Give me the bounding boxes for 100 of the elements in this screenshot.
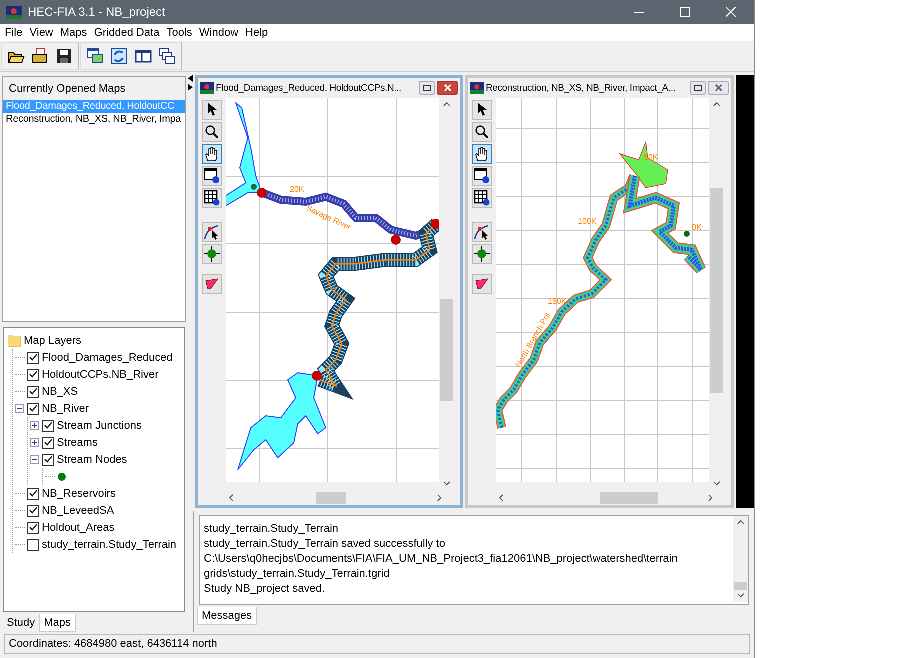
scroll-up-icon[interactable] — [736, 520, 744, 525]
layer-checkbox[interactable] — [27, 402, 39, 414]
window-info-icon — [474, 168, 490, 184]
scroll-right-icon[interactable] — [708, 494, 713, 502]
layer-checkbox[interactable] — [27, 504, 39, 516]
pointer-icon — [477, 103, 487, 117]
menu-item[interactable]: View — [26, 26, 58, 38]
scroll-right-icon[interactable] — [437, 494, 442, 502]
menu-item[interactable]: Tools — [164, 26, 196, 38]
map-window-title: Flood_Damages_Reduced, HoldoutCCPs.N... — [216, 82, 402, 94]
window-add-button[interactable] — [85, 46, 105, 66]
scroll-left-icon[interactable] — [499, 494, 504, 502]
scrollbar-thumb[interactable] — [600, 492, 658, 504]
cascade-window-button[interactable] — [157, 46, 177, 66]
layer-label[interactable]: Streams — [57, 436, 98, 448]
hand-icon — [205, 146, 219, 162]
map-tool-button[interactable] — [202, 166, 222, 186]
restore-button[interactable] — [419, 81, 435, 95]
map-tool-button[interactable] — [202, 144, 222, 164]
map-tool-button[interactable] — [472, 188, 492, 208]
map-tool-button[interactable] — [202, 100, 222, 120]
map-tool-button[interactable] — [472, 244, 492, 264]
layer-label[interactable]: NB_Reservoirs — [42, 488, 116, 500]
layer-checkbox[interactable] — [27, 368, 39, 380]
layer-label[interactable]: HoldoutCCPs.NB_River — [42, 368, 159, 380]
save-button[interactable] — [54, 46, 74, 66]
layer-label[interactable]: NB_River — [42, 402, 90, 414]
map-list-item[interactable]: Reconstruction, NB_XS, NB_River, Impa — [3, 113, 185, 126]
layer-label[interactable]: study_terrain.Study_Terrain — [42, 538, 177, 550]
panel-tab[interactable]: Maps — [39, 614, 76, 632]
window-title: HEC-FIA 3.1 - NB_project — [28, 5, 166, 19]
tree-root-label[interactable]: Map Layers — [24, 334, 82, 346]
menu-item[interactable]: Maps — [57, 26, 92, 38]
map-tool-button[interactable] — [202, 222, 222, 242]
message-line: C:\Users\q0hecjbs\Documents\FIA\FIA_UM_NB_Project3_fia12061\NB_project\watershed\terrain — [204, 552, 679, 567]
layer-label[interactable]: NB_LeveedSA — [42, 504, 114, 516]
layer-checkbox[interactable] — [42, 420, 54, 432]
map-label: 0K — [692, 223, 702, 232]
layer-label[interactable]: NB_XS — [42, 386, 78, 398]
menu-item[interactable]: Gridded Data — [91, 26, 164, 38]
window-add-icon — [86, 48, 104, 64]
refresh-window-icon — [110, 48, 128, 64]
layer-label[interactable]: Stream Junctions — [57, 420, 142, 432]
scrollbar-thumb[interactable] — [734, 582, 747, 590]
map-window-title: Reconstruction, NB_XS, NB_River, Impact_A... — [486, 82, 677, 94]
map-tool-button[interactable] — [472, 144, 492, 164]
plus-icon — [32, 440, 37, 445]
scrollbar-thumb[interactable] — [316, 492, 346, 504]
scrollbar-thumb[interactable] — [710, 188, 723, 392]
scroll-down-icon[interactable] — [712, 481, 720, 486]
menu-item[interactable]: File — [2, 26, 27, 38]
expand-toggle[interactable] — [30, 421, 39, 430]
panel-tab[interactable]: Messages — [197, 607, 258, 625]
search-icon — [475, 125, 489, 139]
map-tool-button[interactable] — [202, 122, 222, 142]
map-tool-button[interactable] — [472, 122, 492, 142]
map-tool-button[interactable] — [472, 222, 492, 242]
grid-info-icon — [204, 190, 220, 206]
layer-checkbox[interactable] — [27, 538, 39, 550]
scroll-left-icon[interactable] — [229, 494, 234, 502]
refresh-window-button[interactable] — [109, 46, 129, 66]
expand-toggle[interactable] — [30, 438, 39, 447]
layer-checkbox[interactable] — [27, 488, 39, 500]
menu-item[interactable]: Window — [196, 26, 243, 38]
layer-checkbox[interactable] — [27, 522, 39, 534]
scroll-down-icon[interactable] — [442, 481, 450, 486]
map-tool-button[interactable] — [202, 274, 222, 294]
vertical-scrollbar[interactable] — [733, 516, 748, 602]
scrollbar-thumb[interactable] — [440, 299, 453, 401]
close-icon — [726, 7, 736, 17]
menu-item[interactable]: Help — [242, 26, 272, 38]
node-pointer-icon — [204, 224, 220, 240]
map-label: 20K — [290, 185, 304, 194]
scroll-up-icon[interactable] — [442, 102, 450, 107]
map-tool-button[interactable] — [202, 188, 222, 208]
layer-checkbox[interactable] — [27, 386, 39, 398]
close-button[interactable] — [708, 81, 729, 95]
restore-button[interactable] — [690, 81, 706, 95]
layer-checkbox[interactable] — [27, 352, 39, 364]
layer-checkbox[interactable] — [42, 436, 54, 448]
folder-icon — [32, 48, 48, 64]
layer-label[interactable]: Stream Nodes — [57, 454, 128, 466]
message-line: Study NB_project saved. — [204, 582, 326, 597]
map-tool-button[interactable] — [202, 244, 222, 264]
save-icon — [56, 48, 72, 64]
close-button[interactable] — [437, 81, 458, 95]
maximize-icon — [680, 7, 690, 17]
map-tool-button[interactable] — [472, 100, 492, 120]
layer-label[interactable]: Holdout_Areas — [42, 522, 115, 534]
map-tool-button[interactable] — [472, 274, 492, 294]
crosshair-icon — [474, 246, 490, 262]
layer-label[interactable]: Flood_Damages_Reduced — [42, 352, 173, 364]
layer-checkbox[interactable] — [42, 454, 54, 466]
collapse-toggle[interactable] — [30, 455, 39, 464]
scroll-down-icon[interactable] — [736, 593, 744, 598]
scroll-up-icon[interactable] — [712, 102, 720, 107]
splitter-arrows-icon[interactable] — [188, 75, 193, 91]
map-tool-button[interactable] — [472, 166, 492, 186]
collapse-toggle[interactable] — [15, 404, 24, 413]
folder-button[interactable] — [30, 46, 50, 66]
